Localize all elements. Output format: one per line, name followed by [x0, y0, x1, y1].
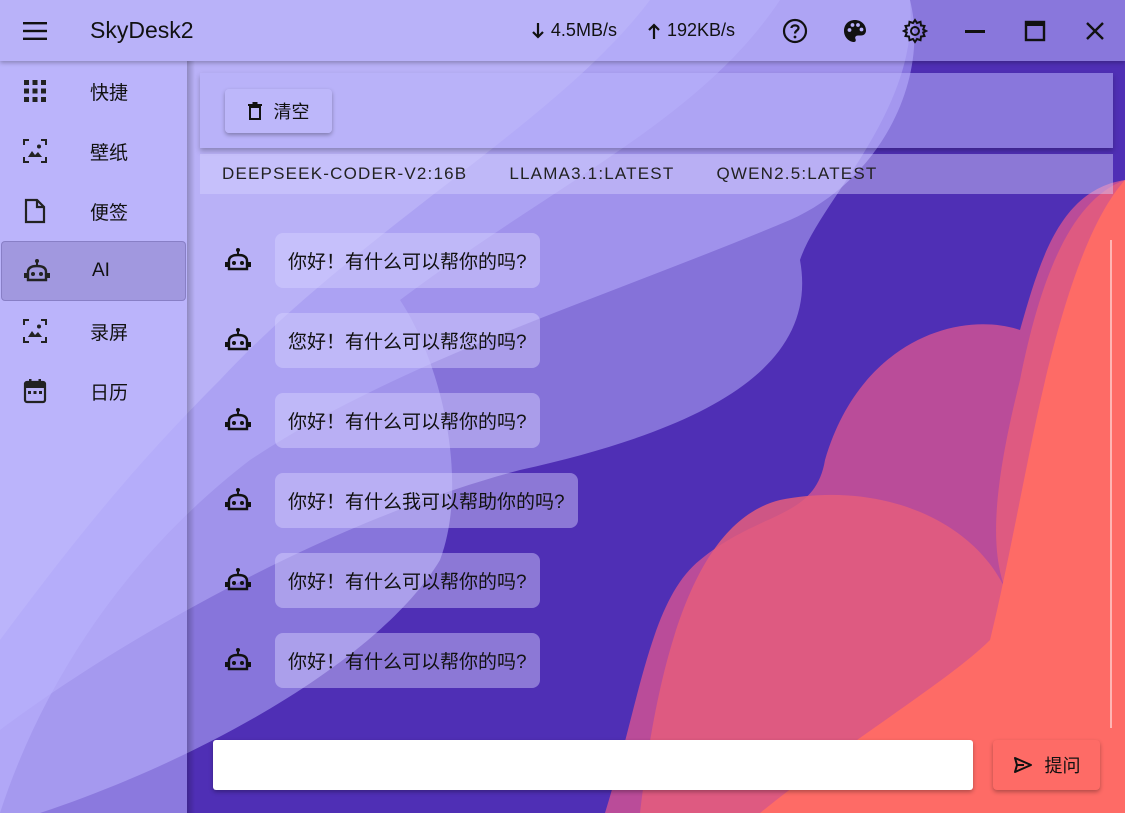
ask-button[interactable]: 提问	[993, 740, 1100, 790]
title-bar: SkyDesk2 4.5MB/s 192KB/s	[0, 0, 1125, 61]
sidebar-item-screen-record[interactable]: 录屏	[0, 301, 187, 361]
robot-icon	[200, 247, 275, 273]
arrow-down-icon	[532, 22, 544, 39]
tab-llama[interactable]: LLAMA3.1:LATEST	[509, 164, 674, 184]
sidebar-item-label: 快捷	[90, 82, 129, 104]
message-row: 你好！有什么可以帮你的吗?	[200, 230, 1100, 290]
upload-speed-value: 192KB/s	[666, 20, 735, 40]
sidebar-item-label: AI	[92, 260, 110, 281]
note-icon	[0, 198, 70, 224]
message-bubble: 你好！有什么可以帮你的吗?	[275, 232, 540, 288]
ask-button-label: 提问	[1044, 756, 1081, 776]
apps-grid-icon	[0, 79, 70, 103]
sidebar-item-shortcuts[interactable]: 快捷	[0, 61, 187, 121]
sidebar-item-ai[interactable]: AI	[1, 241, 186, 301]
maximize-button[interactable]	[1005, 0, 1065, 61]
menu-button[interactable]	[0, 0, 70, 61]
sidebar-item-label: 录屏	[90, 322, 129, 344]
model-tabs: DEEPSEEK-CODER-V2:16B LLAMA3.1:LATEST QW…	[200, 154, 1113, 194]
minimize-icon	[965, 29, 985, 33]
sidebar-item-label: 便签	[90, 202, 129, 224]
message-row: 您好！有什么可以帮您的吗?	[200, 310, 1100, 370]
help-icon	[782, 18, 808, 43]
minimize-button[interactable]	[945, 0, 1005, 61]
menu-icon	[23, 21, 47, 40]
chat-toolbar: 清空	[200, 73, 1113, 148]
tab-deepseek-coder[interactable]: DEEPSEEK-CODER-V2:16B	[222, 164, 467, 184]
clear-button-label: 清空	[273, 102, 310, 122]
settings-button[interactable]	[885, 0, 945, 61]
robot-icon	[200, 327, 275, 353]
message-bubble: 你好！有什么我可以帮助你的吗?	[275, 472, 578, 528]
sidebar-divider	[187, 61, 195, 813]
close-button[interactable]	[1065, 0, 1125, 61]
message-bubble: 您好！有什么可以帮您的吗?	[275, 312, 540, 368]
screen-record-icon	[0, 318, 70, 344]
arrow-up-icon	[648, 22, 660, 39]
message-row: 你好！有什么我可以帮助你的吗?	[200, 470, 1100, 530]
sidebar-item-label: 壁纸	[90, 142, 129, 164]
send-icon	[1013, 757, 1032, 773]
message-scrollbar[interactable]	[1110, 240, 1112, 728]
message-bubble: 你好！有什么可以帮你的吗?	[275, 632, 540, 688]
wallpaper-icon	[0, 138, 70, 164]
robot-icon	[200, 647, 275, 673]
download-speed-value: 4.5MB/s	[550, 20, 617, 40]
trash-icon	[247, 102, 262, 120]
robot-icon	[200, 407, 275, 433]
download-speed: 4.5MB/s	[531, 20, 617, 41]
sidebar-item-calendar[interactable]: 日历	[0, 361, 187, 421]
message-list: 你好！有什么可以帮你的吗? 您好！有什么可以帮您的吗? 你好！有什么可以帮你的吗…	[200, 230, 1100, 710]
message-bubble: 你好！有什么可以帮你的吗?	[275, 392, 540, 448]
close-icon	[1086, 21, 1104, 40]
palette-icon	[844, 19, 866, 42]
tab-qwen[interactable]: QWEN2.5:LATEST	[716, 164, 877, 184]
app-title: SkyDesk2	[90, 17, 194, 43]
robot-icon	[200, 567, 275, 593]
sidebar: 快捷 壁纸 便签 AI 录屏 日历	[0, 61, 187, 813]
help-button[interactable]	[765, 0, 825, 61]
theme-button[interactable]	[825, 0, 885, 61]
message-row: 你好！有什么可以帮你的吗?	[200, 390, 1100, 450]
message-row: 你好！有什么可以帮你的吗?	[200, 630, 1100, 690]
chat-input[interactable]	[213, 740, 973, 790]
calendar-icon	[0, 378, 70, 404]
upload-speed: 192KB/s	[647, 20, 735, 41]
robot-icon	[200, 487, 275, 513]
clear-button[interactable]: 清空	[225, 89, 332, 133]
message-row: 你好！有什么可以帮你的吗?	[200, 550, 1100, 610]
sidebar-item-label: 日历	[90, 382, 129, 404]
maximize-icon	[1024, 20, 1046, 41]
robot-icon	[2, 258, 72, 284]
sidebar-item-wallpaper[interactable]: 壁纸	[0, 121, 187, 181]
gear-icon	[902, 17, 928, 44]
message-bubble: 你好！有什么可以帮你的吗?	[275, 552, 540, 608]
sidebar-item-notes[interactable]: 便签	[0, 181, 187, 241]
